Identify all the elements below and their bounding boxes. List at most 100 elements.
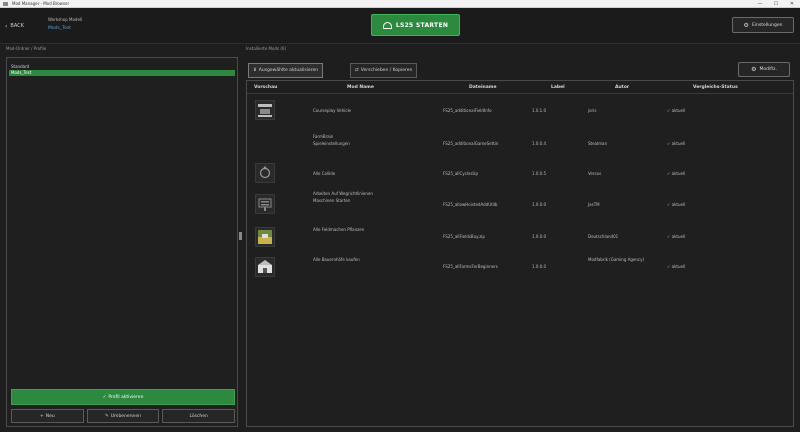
game-info: Workshop Modell Mods_Test [48,17,82,31]
mod-file: FS25_additionalGameSettin [443,141,499,146]
sign-thumbnail [255,194,275,214]
farm-icon [258,260,272,273]
col-mod-name[interactable]: Mod Name [347,85,374,90]
col-status[interactable]: Vergleichs-Status [693,85,738,90]
mods-table: Vorschau Mod Name Dateiname Label Autor … [246,80,794,427]
mod-status: ✓ aktuell [667,264,686,269]
profile-item-mods-test[interactable]: Mods_Test [9,70,235,76]
check-icon: ✓ [102,394,107,400]
delete-label: Löschen [189,413,208,419]
mod-name: FarmBrain Spieleinstellungen [313,134,350,146]
table-row[interactable]: Arbeiten Auf Wegrichtlinienen Maschinen … [247,190,793,220]
table-row[interactable]: Alle Collide FS25_allCyclesUp 1.0.0.5 Ve… [247,161,793,187]
rename-profile-button[interactable]: ✎ Umbenennen [86,409,160,423]
mod-version: 1.0.0.5 [532,171,546,176]
rename-label: Umbenennen [110,413,142,419]
plus-icon: + [39,413,44,419]
sign-icon [258,198,272,211]
mod-name: Alle Feldmachen Pflanzen [313,227,365,232]
mod-status: ✓ aktuell [667,171,686,176]
window-titlebar: Mod Manager - Mod Browser — ☐ ✕ [0,0,800,8]
arrow-thumbnail [255,163,275,183]
mod-name: Courseplay Vehicle [313,108,352,113]
mod-author: JasTM [588,202,600,207]
table-row[interactable]: Alle Feldmachen Pflanzen FS25_allFieldsB… [247,224,793,250]
back-label: BACK [10,23,24,29]
profile-panel: Standard Mods_Test ✓ Profil aktivieren +… [6,57,238,427]
maximize-icon[interactable]: ☐ [768,0,784,8]
refresh-icon [259,166,271,179]
table-row[interactable]: Alle Bauernhöfe kaufen FS25_allFarmsForB… [247,254,793,282]
panel-splitter[interactable] [239,232,242,240]
pencil-icon: ✎ [104,413,109,419]
col-author[interactable]: Autor [615,85,629,90]
tab-move-copy[interactable]: ⇄ Verschieben / Kopieren [350,63,418,78]
field-icon [258,230,272,244]
launch-label: LS25 STARTEN [395,21,449,29]
mod-file: FS25_allFarmsForBeginners [443,264,498,269]
field-thumbnail [255,227,275,247]
mod-file: FS25_allFieldsBuy.zip [443,234,485,239]
mod-file: FS25_allowHoistedAddUtilb [443,202,498,207]
table-row[interactable]: FarmBrain Spieleinstellungen FS25_additi… [247,131,793,157]
minimize-icon[interactable]: — [752,0,768,8]
activate-profile-button[interactable]: ✓ Profil aktivieren [11,389,235,405]
col-version[interactable]: Label [551,85,565,90]
back-button[interactable]: ‹ BACK [5,20,24,32]
mod-status: ✓ aktuell [667,108,686,113]
profile-list: Standard Mods_Test [9,64,235,76]
right-section-label: Installierte Mods (6) [246,46,287,51]
mod-status: ✓ aktuell [667,141,686,146]
gear-icon: ⚙ [743,21,749,29]
mod-name: Arbeiten Auf Wegrichtlinienen Maschinen … [313,191,373,203]
new-profile-button[interactable]: + Neu [11,409,84,423]
logo-thumbnail [255,100,275,120]
col-file-name[interactable]: Dateiname [469,85,497,90]
table-header: Vorschau Mod Name Dateiname Label Autor … [247,84,793,94]
activate-label: Profil aktivieren [108,394,144,400]
move-icon: ⇄ [355,68,359,73]
mod-version: 1.0.0.0 [532,202,546,207]
window-title: Mod Manager - Mod Browser [12,1,70,6]
mod-file: FS25_additionalFieldInfo [443,108,492,113]
app-header: ‹ BACK Workshop Modell Mods_Test LS25 ST… [0,8,800,44]
left-section-label: Mod-Ordner / Profile [6,46,47,51]
mod-name: Alle Collide [313,171,336,176]
mod-file: FS25_allCyclesUp [443,171,479,176]
mod-name: Alle Bauernhöfe kaufen [313,257,360,262]
settings-label: Einstellungen [751,22,783,28]
settings-button[interactable]: ⚙ Einstellungen [732,17,794,33]
mod-author: Modfabrik (Gaming Agency) [588,257,645,262]
gamepad-icon [382,21,392,29]
mod-status: ✓ aktuell [667,234,686,239]
mod-author: Stealman [588,141,608,146]
mod-author: Deutschland01 [588,234,619,239]
table-row[interactable]: Courseplay Vehicle FS25_additionalFieldI… [247,98,793,124]
delete-profile-button[interactable]: Löschen [162,409,236,423]
download-icon: ⬇ [253,68,257,73]
profile-actions: + Neu ✎ Umbenennen Löschen [11,409,236,423]
farm-thumbnail [255,257,275,277]
mod-version: 1.0.1.0 [532,108,546,113]
mod-author: joris [588,108,597,113]
logo-icon [258,104,272,117]
gear-icon: ⚙ [751,66,757,73]
new-label: Neu [45,413,55,419]
app-icon [3,2,8,6]
tab-update-label: Ausgewählte aktualisieren [258,68,319,73]
close-icon[interactable]: ✕ [784,0,800,8]
modify-label: Modifiz. [759,67,777,72]
chevron-left-icon: ‹ [5,22,8,30]
tab-move-label: Verschieben / Kopieren [360,68,413,73]
mod-version: 1.0.0.0 [532,234,546,239]
active-profile-name: Mods_Test [48,26,71,31]
mod-status: ✓ aktuell [667,202,686,207]
mod-author: Versos [588,171,602,176]
modify-button[interactable]: ⚙ Modifiz. [738,62,790,77]
mod-version: 1.0.0.0 [532,264,546,269]
game-name: Workshop Modell [48,17,83,22]
col-preview[interactable]: Vorschau [254,85,277,90]
tab-update-selected[interactable]: ⬇ Ausgewählte aktualisieren [248,63,324,78]
launch-game-button[interactable]: LS25 STARTEN [371,14,460,36]
mod-version: 1.0.0.4 [532,141,546,146]
